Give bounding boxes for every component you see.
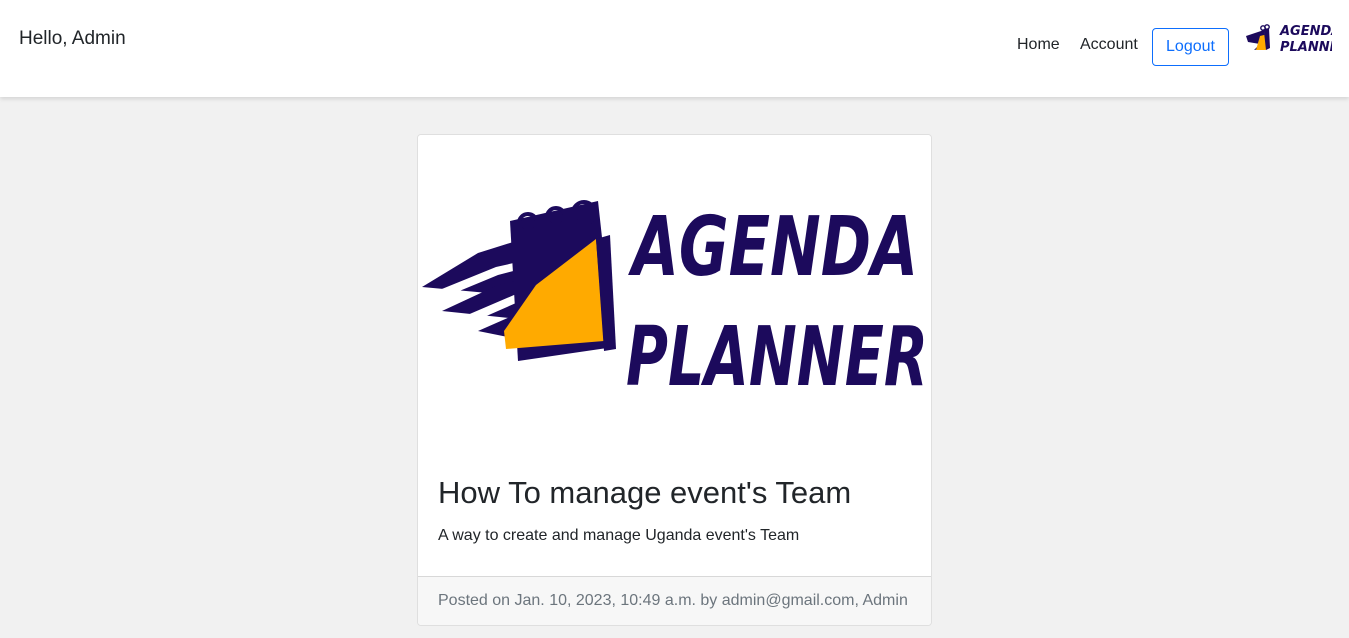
nav-home-link[interactable]: Home (1017, 36, 1060, 54)
post-description: A way to create and manage Uganda event'… (438, 527, 800, 544)
post-image: AGENDA PLANNER (418, 135, 931, 455)
nav-account-link[interactable]: Account (1080, 36, 1138, 54)
calendar-speed-icon (422, 200, 616, 361)
greeting-text: Hello, Admin (19, 28, 126, 49)
post-footer: Posted on Jan. 10, 2023, 10:49 a.m. by a… (418, 576, 931, 625)
post-meta: Posted on Jan. 10, 2023, 10:49 a.m. by a… (438, 592, 908, 609)
post-card[interactable]: AGENDA PLANNER How To manage event's Tea… (417, 134, 932, 626)
svg-text:PLANNER: PLANNER (1280, 40, 1332, 55)
logout-button[interactable]: Logout (1152, 28, 1229, 66)
svg-text:AGENDA: AGENDA (1279, 24, 1332, 39)
agenda-planner-logo[interactable]: AGENDA PLANNER (1244, 20, 1332, 60)
image-logo-line2: PLANNER (626, 310, 928, 405)
image-logo-line1: AGENDA (628, 200, 918, 295)
top-navbar: Hello, Admin Home Account Logout AGENDA … (0, 0, 1349, 97)
post-title: How To manage event's Team (438, 475, 852, 510)
